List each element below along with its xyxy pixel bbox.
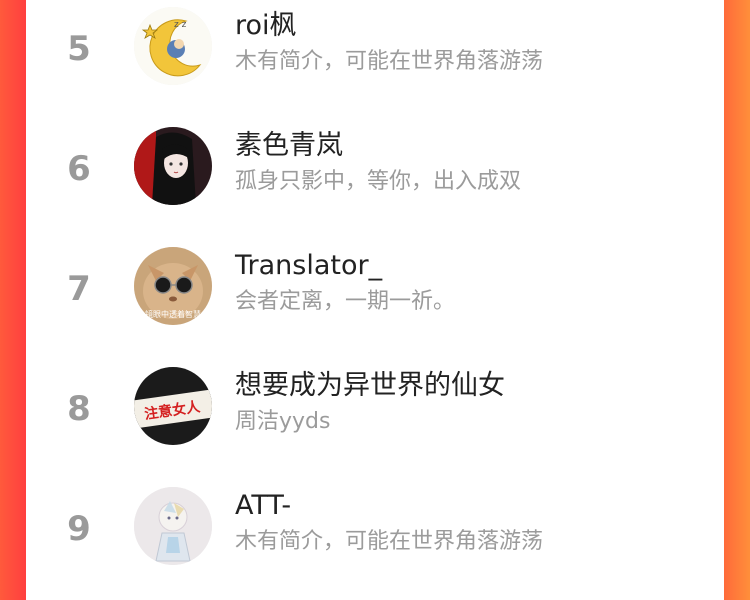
rank-number: 7: [67, 269, 91, 309]
banner-text-avatar-icon[interactable]: 注意女人: [134, 367, 212, 445]
rank-number: 5: [67, 29, 91, 69]
user-bio: 周洁yyds: [235, 409, 331, 434]
cat-sunglasses-avatar-icon[interactable]: 镜眼中透着智慧: [134, 247, 212, 325]
user-bio: 孤身只影中，等你，出入成双: [235, 169, 522, 194]
moon-sleeping-avatar-icon[interactable]: z z: [134, 7, 212, 85]
list-item[interactable]: 8 注意女人 想要成为异世界的仙女 周洁yyds: [26, 360, 724, 480]
list-item[interactable]: 5 z z roi枫 木有简介，可能在世界角落游荡: [26, 0, 724, 120]
list-item[interactable]: 9 ATT- 木有简介，可能在世界角落游荡: [26, 480, 724, 600]
list-item[interactable]: 7 镜眼中透着智慧 Translator_ 会者定离，一期一祈。: [26, 240, 724, 360]
user-bio: 木有简介，可能在世界角落游荡: [235, 49, 544, 74]
crystal-figure-avatar-icon[interactable]: [134, 487, 212, 565]
user-name[interactable]: ATT-: [235, 488, 291, 524]
ranking-list: 5 z z roi枫 木有简介，可能在世界角落游荡 6 素色青岚 孤身只影中，等…: [26, 0, 724, 585]
svg-text:z z: z z: [174, 20, 187, 30]
rank-number: 9: [67, 509, 91, 549]
anime-girl-avatar-icon[interactable]: [134, 127, 212, 205]
user-bio: 会者定离，一期一祈。: [235, 289, 456, 314]
avatar-caption: 镜眼中透着智慧: [145, 309, 201, 319]
rank-number: 8: [67, 389, 91, 429]
user-name[interactable]: 想要成为异世界的仙女: [235, 368, 505, 404]
user-name[interactable]: 素色青岚: [235, 128, 343, 164]
list-item[interactable]: 6 素色青岚 孤身只影中，等你，出入成双: [26, 120, 724, 240]
user-bio: 木有简介，可能在世界角落游荡: [235, 529, 544, 554]
user-name[interactable]: roi枫: [235, 8, 297, 44]
user-name[interactable]: Translator_: [235, 248, 382, 284]
rank-number: 6: [67, 149, 91, 189]
